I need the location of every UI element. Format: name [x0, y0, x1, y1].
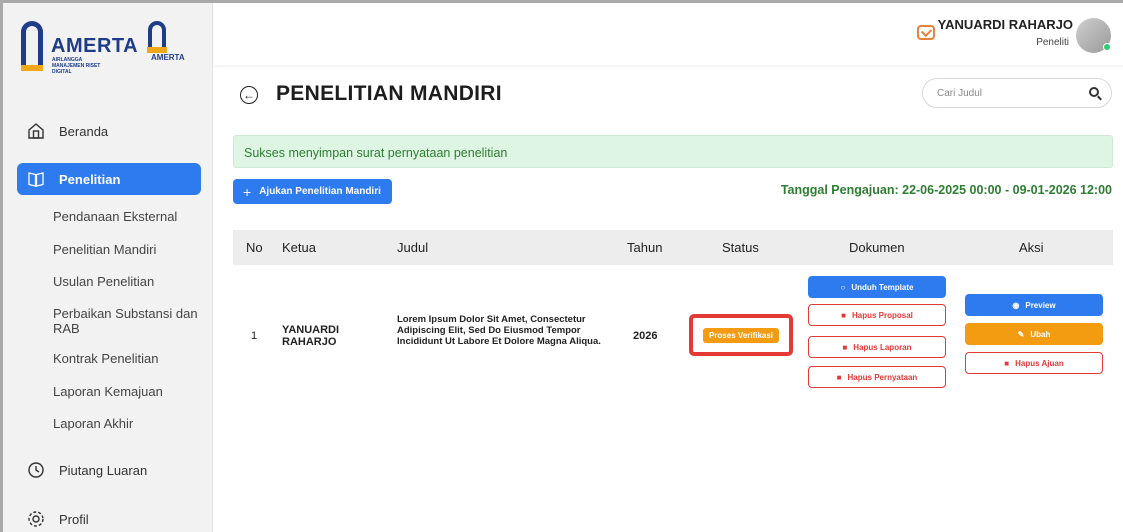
sidebar-item-penelitian[interactable]: Penelitian [17, 163, 201, 195]
mail-icon[interactable] [917, 25, 935, 40]
add-penelitian-button[interactable]: + Ajukan Penelitian Mandiri [233, 179, 392, 204]
logo-arch-small-icon [147, 21, 167, 53]
button-label: Hapus Ajuan [1015, 358, 1064, 368]
user-name: YANUARDI RAHARJO [937, 17, 1073, 32]
page-title: PENELITIAN MANDIRI [276, 82, 502, 105]
search-icon[interactable] [1089, 87, 1099, 97]
sidebar-subitem-penelitian-mandiri[interactable]: Penelitian Mandiri [53, 242, 203, 257]
button-label: Hapus Laporan [853, 342, 912, 352]
plus-icon: + [243, 183, 252, 200]
button-label: Hapus Proposal [851, 310, 913, 320]
delete-statement-button[interactable]: ■ Hapus Pernyataan [808, 366, 946, 388]
column-header-dokumen: Dokumen [849, 240, 905, 255]
column-header-ketua: Ketua [282, 240, 316, 255]
success-alert: Sukses menyimpan surat pernyataan peneli… [233, 135, 1113, 168]
download-template-button[interactable]: ○ Unduh Template [808, 276, 946, 298]
column-header-aksi: Aksi [1019, 240, 1044, 255]
clock-icon [27, 461, 45, 479]
add-button-label: Ajukan Penelitian Mandiri [259, 186, 381, 197]
column-header-status: Status [722, 240, 759, 255]
sidebar-item-label: Piutang Luaran [59, 462, 148, 478]
brand-tagline: AIRLANGGA MANAJEMEN RISET DIGITAL [52, 57, 101, 75]
table-row: 1 YANUARDI RAHARJO Lorem Ipsum Dolor Sit… [233, 266, 1113, 396]
pencil-icon: ✎ [1017, 329, 1025, 339]
top-header: YANUARDI RAHARJO Peneliti [214, 3, 1123, 65]
trash-icon: ■ [836, 372, 842, 382]
sidebar-subitem-pendanaan-eksternal[interactable]: Pendanaan Eksternal [53, 209, 203, 224]
sidebar-item-label: Profil [59, 511, 89, 527]
sidebar-item-label: Penelitian [59, 171, 121, 187]
button-label: Preview [1025, 300, 1056, 310]
trash-icon: ■ [1004, 358, 1010, 368]
logo: AMERTA AIRLANGGA MANAJEMEN RISET DIGITAL… [21, 17, 185, 75]
cell-ketua: YANUARDI RAHARJO [282, 324, 340, 348]
column-header-tahun: Tahun [627, 240, 663, 255]
sidebar-item-piutang-luaran[interactable]: Piutang Luaran [17, 454, 201, 486]
cell-tahun: 2026 [633, 330, 658, 342]
delete-submission-button[interactable]: ■ Hapus Ajuan [965, 352, 1103, 374]
trash-icon: ■ [841, 310, 846, 320]
table-header: No Ketua Judul Tahun Status Dokumen Aksi [233, 230, 1113, 265]
eye-icon: ◉ [1012, 300, 1020, 310]
search-box [922, 78, 1112, 108]
submission-date-range: Tanggal Pengajuan: 22-06-2025 00:00 - 09… [780, 183, 1112, 197]
column-header-judul: Judul [397, 240, 429, 255]
trash-icon: ■ [842, 342, 848, 352]
delete-proposal-button[interactable]: ■ Hapus Proposal [808, 304, 946, 326]
button-label: Ubah [1030, 329, 1051, 339]
home-icon [27, 122, 45, 140]
button-label: Unduh Template [851, 282, 914, 292]
brand-name: AMERTA [51, 35, 139, 57]
sidebar-subitem-kontrak-penelitian[interactable]: Kontrak Penelitian [53, 351, 203, 366]
book-icon [27, 170, 45, 188]
search-input[interactable] [923, 79, 1073, 107]
sidebar-item-beranda[interactable]: Beranda [17, 115, 201, 147]
sidebar-subitem-usulan-penelitian[interactable]: Usulan Penelitian [53, 274, 203, 289]
logo-arch-icon [21, 21, 43, 71]
cell-judul: Lorem Ipsum Dolor Sit Amet, Consectetur … [397, 314, 601, 347]
sidebar-item-profil[interactable]: Profil [17, 503, 201, 532]
brand-small: AMERTA [151, 53, 185, 62]
avatar[interactable] [1076, 18, 1111, 53]
button-label: Hapus Pernyataan [847, 372, 918, 382]
gear-icon [27, 510, 45, 528]
user-role: Peneliti [1036, 37, 1069, 48]
cell-no: 1 [251, 330, 258, 342]
sidebar-subitem-laporan-akhir[interactable]: Laporan Akhir [53, 416, 203, 431]
download-icon: ○ [840, 282, 846, 292]
sidebar-subitem-perbaikan-substansi[interactable]: Perbaikan Substansi dan RAB [53, 306, 203, 336]
delete-report-button[interactable]: ■ Hapus Laporan [808, 336, 946, 358]
online-status-dot [1103, 43, 1111, 51]
sidebar: AMERTA AIRLANGGA MANAJEMEN RISET DIGITAL… [3, 3, 213, 532]
back-arrow-icon[interactable]: ← [240, 86, 258, 104]
preview-button[interactable]: ◉ Preview [965, 294, 1103, 316]
edit-button[interactable]: ✎ Ubah [965, 323, 1103, 345]
column-header-no: No [246, 240, 263, 255]
sidebar-subitem-laporan-kemajuan[interactable]: Laporan Kemajuan [53, 384, 203, 399]
sidebar-item-label: Beranda [59, 123, 109, 139]
status-badge: Proses Verifikasi [702, 327, 780, 343]
status-highlight: Proses Verifikasi [689, 314, 793, 356]
